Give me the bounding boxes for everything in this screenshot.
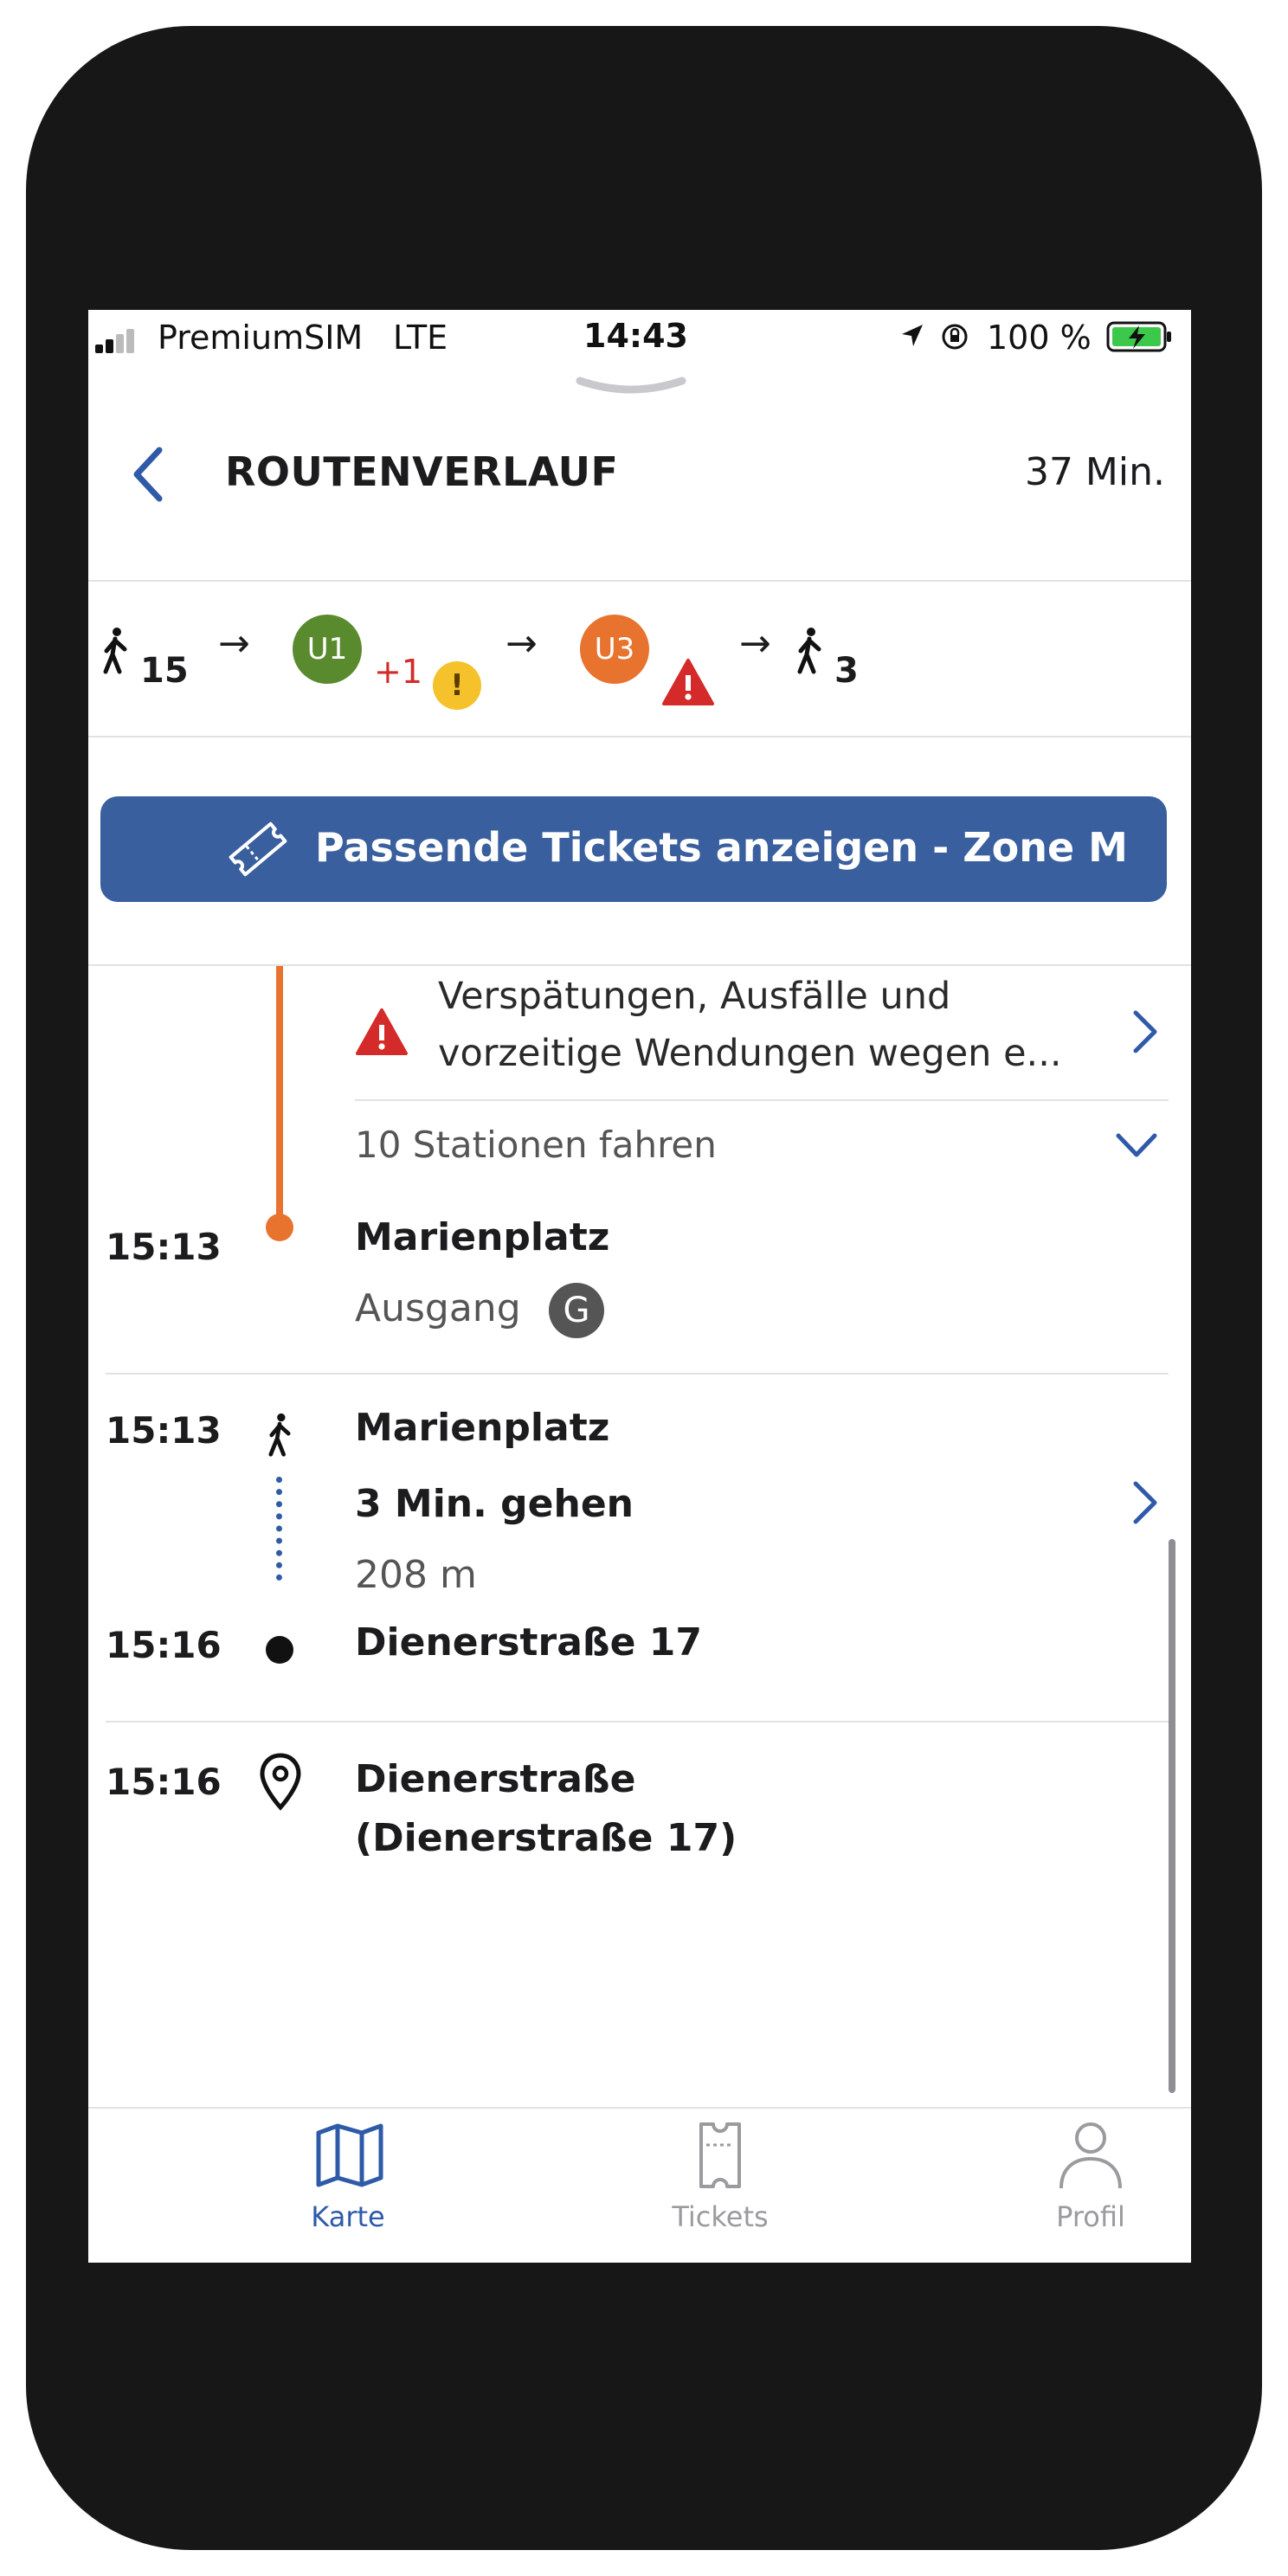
delay-indicator: +1: [374, 653, 423, 691]
arrival-time: 15:13: [106, 1226, 222, 1268]
divider: [106, 1721, 1169, 1723]
chevron-down-icon: [1116, 1133, 1157, 1157]
carrier-name: PremiumSIM: [158, 319, 364, 357]
tab-label-profil: Profil: [1056, 2200, 1125, 2233]
stations-expander[interactable]: 10 Stationen fahren: [355, 1101, 1169, 1188]
disruption-alert[interactable]: Verspätungen, Ausfälle und vorzeitige We…: [355, 968, 1169, 1098]
sheet-handle[interactable]: [575, 376, 687, 396]
trip-duration: 37 Min.: [1024, 450, 1165, 494]
walk-detail-row[interactable]: 3 Min. gehen: [355, 1470, 1169, 1539]
walk-start-time: 15:13: [106, 1409, 222, 1452]
alert-triangle-icon: [356, 1008, 408, 1055]
exit-badge: G: [549, 1283, 604, 1338]
walk-end-time: 15:16: [106, 1624, 222, 1666]
walk-start-minutes: 15: [140, 651, 189, 691]
location-arrow-icon: [902, 325, 923, 346]
ticket-icon: [229, 821, 287, 877]
back-chevron-icon[interactable]: [130, 445, 168, 504]
scrollbar[interactable]: [1169, 1539, 1175, 2093]
walk-distance: 208 m: [355, 1553, 477, 1597]
show-tickets-button[interactable]: Passende Tickets anzeigen - Zone M: [100, 796, 1167, 902]
walk-icon: [268, 1413, 291, 1457]
map-icon: [316, 2123, 383, 2187]
alert-text-line1: Verspätungen, Ausfälle und: [438, 975, 951, 1018]
arrow-icon: →: [218, 621, 250, 666]
arrow-icon: →: [506, 621, 538, 666]
destination-time: 15:16: [106, 1761, 222, 1803]
route-summary[interactable]: 15 → U1 +1 ! → U3 → 3: [88, 582, 1191, 737]
divider: [88, 964, 1191, 966]
stations-count-label: 10 Stationen fahren: [355, 1124, 717, 1166]
line-badge-u3: U3: [580, 615, 649, 684]
walk-end-minutes: 3: [834, 651, 859, 691]
signal-icon: [95, 329, 138, 353]
alert-triangle-icon: [662, 659, 714, 705]
status-time: 14:43: [583, 317, 688, 355]
divider: [106, 1373, 1169, 1375]
divider: [88, 736, 1191, 737]
tab-label-tickets: Tickets: [672, 2200, 769, 2233]
location-pin-icon: [260, 1753, 301, 1811]
stop-dot: [266, 1214, 293, 1241]
destination-name: Dienerstraße: [355, 1757, 636, 1801]
tab-label-karte: Karte: [311, 2200, 385, 2233]
walk-end-stop: Dienerstraße 17: [355, 1620, 702, 1665]
walk-icon: [103, 628, 127, 674]
destination-address: (Dienerstraße 17): [355, 1816, 737, 1860]
walk-duration: 3 Min. gehen: [355, 1482, 634, 1526]
stop-dot: [266, 1636, 293, 1664]
tab-tickets[interactable]: Tickets: [590, 2116, 850, 2245]
alert-text-line2: vorzeitige Wendungen wegen e...: [438, 1032, 1062, 1075]
walk-icon: [797, 628, 821, 674]
walk-start-stop: Marienplatz: [355, 1406, 610, 1450]
arrow-icon: →: [739, 621, 771, 666]
profile-icon: [1059, 2122, 1122, 2189]
arrival-stop: Marienplatz: [355, 1215, 610, 1259]
tab-karte[interactable]: Karte: [218, 2116, 478, 2245]
show-tickets-label: Passende Tickets anzeigen - Zone M: [315, 824, 1128, 871]
app-screen: PremiumSIM LTE 14:43 100 % ROUTENVERLAUF…: [88, 310, 1191, 2263]
exit-label: Ausgang: [355, 1286, 521, 1330]
ticket-icon: [699, 2122, 741, 2188]
page-title: ROUTENVERLAUF: [225, 448, 619, 495]
network-type: LTE: [393, 319, 448, 357]
line-track-u3: [276, 966, 283, 1226]
warning-icon: !: [433, 661, 481, 710]
walk-dotted-line: [276, 1477, 282, 1581]
tab-profil[interactable]: Profil: [961, 2116, 1191, 2245]
chevron-right-icon[interactable]: [1130, 1478, 1160, 1527]
battery-percent: 100 %: [987, 319, 1092, 357]
rotation-lock-icon: [942, 324, 968, 350]
chevron-right-icon[interactable]: [1130, 1008, 1160, 1056]
line-badge-u1: U1: [293, 615, 362, 684]
battery-charging-icon: [1106, 321, 1171, 352]
